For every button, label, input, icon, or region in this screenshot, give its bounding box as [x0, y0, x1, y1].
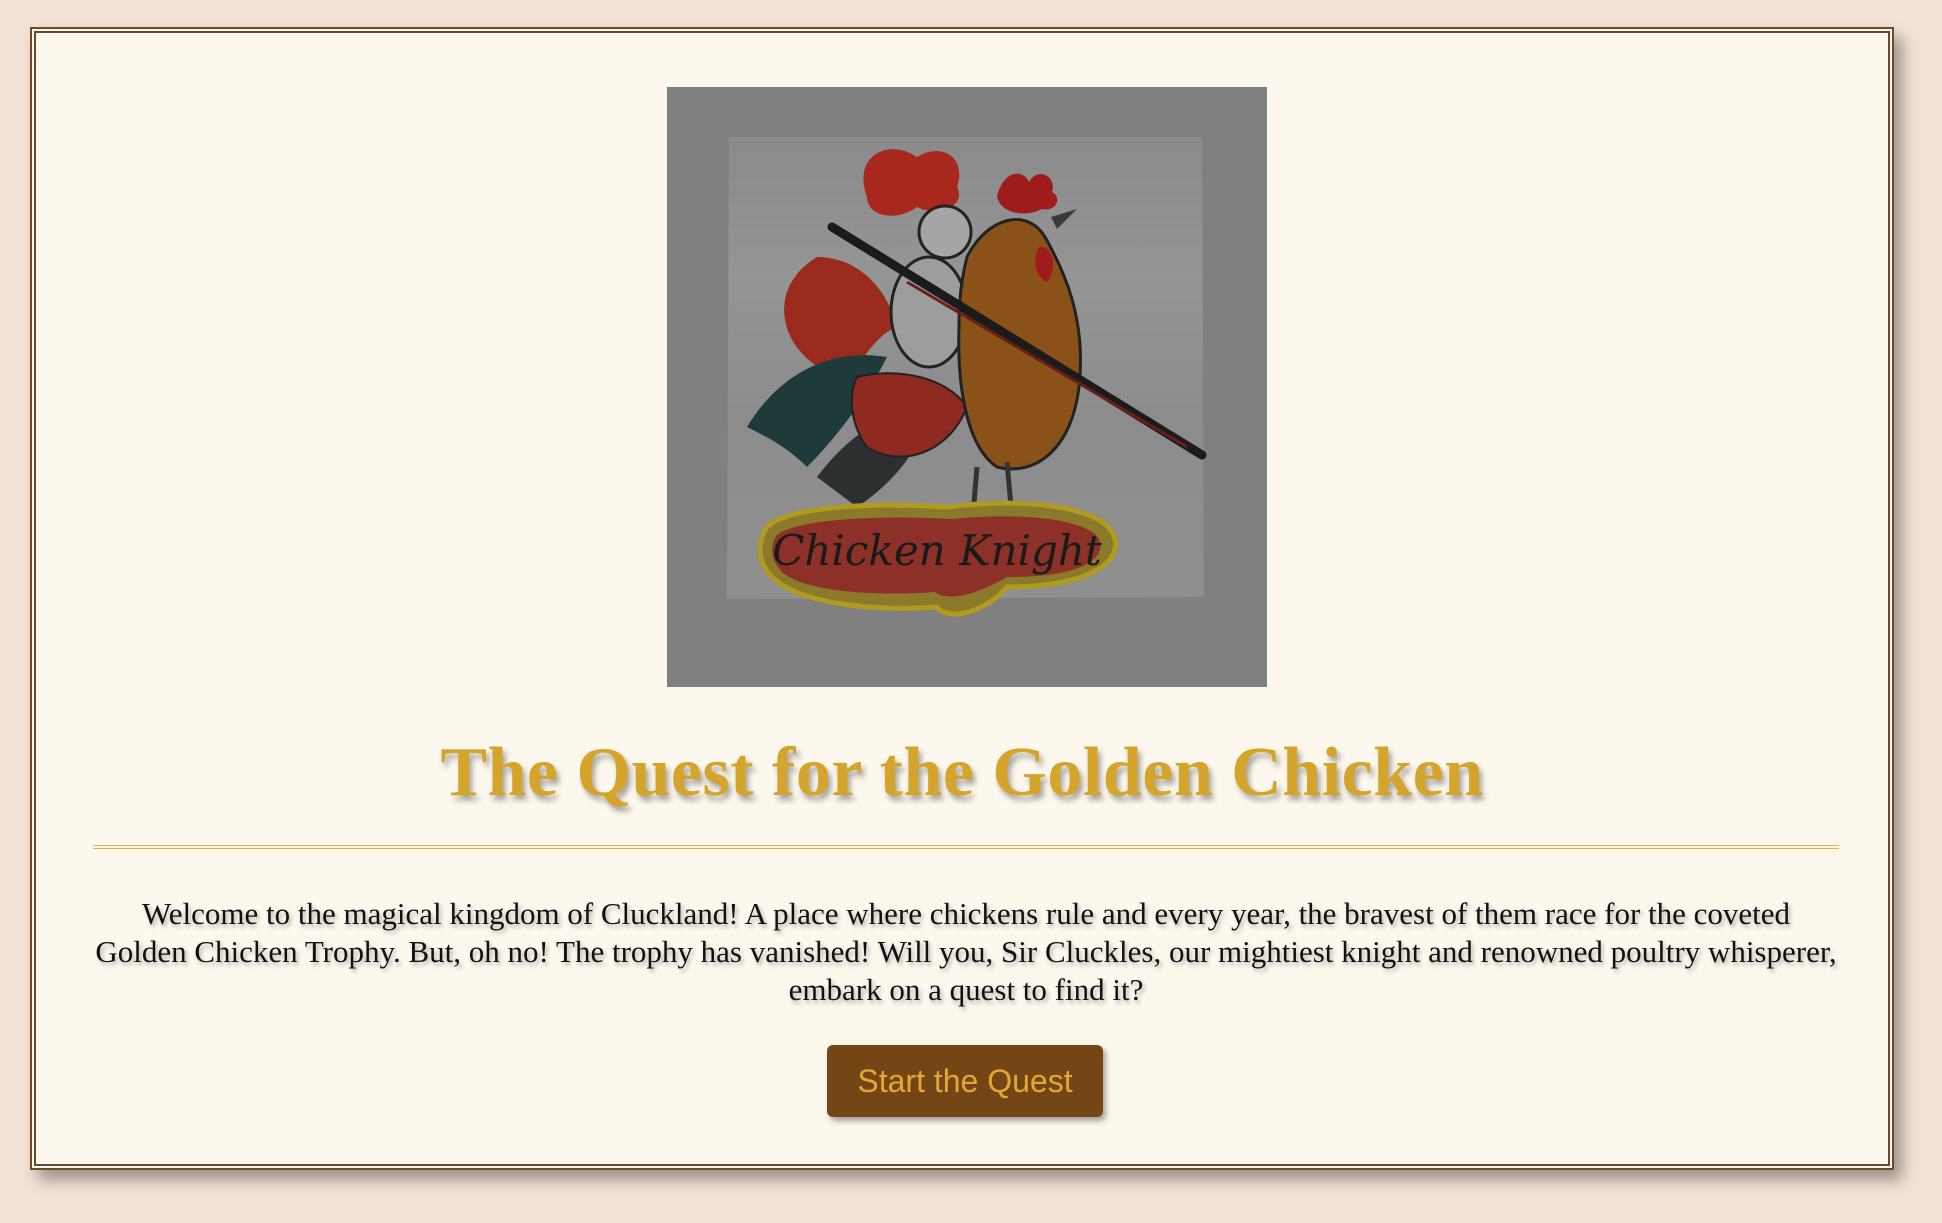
start-quest-button[interactable]: Start the Quest — [827, 1045, 1103, 1117]
quest-panel: Chicken Knight The Quest for the Golden … — [30, 27, 1894, 1170]
intro-text: Welcome to the magical kingdom of Cluckl… — [95, 896, 1837, 1007]
chicken-knight-image: Chicken Knight — [667, 87, 1267, 687]
title-divider — [93, 845, 1839, 849]
page-title: The Quest for the Golden Chicken — [440, 734, 1484, 811]
logo-lettering: Chicken Knight — [772, 526, 1102, 575]
